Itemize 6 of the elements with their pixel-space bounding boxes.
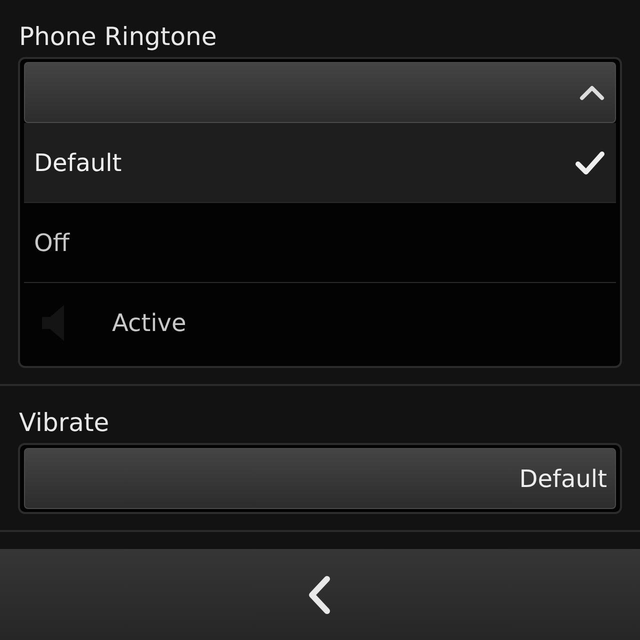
setting-label: Phone Ringtone [19,24,218,49]
dropdown-button[interactable]: Default [24,448,616,509]
setting-label: Vibrate [19,410,110,435]
checkmark-icon [574,150,606,176]
chevron-up-icon [579,84,605,100]
dropdown-option[interactable]: Default [24,123,616,203]
